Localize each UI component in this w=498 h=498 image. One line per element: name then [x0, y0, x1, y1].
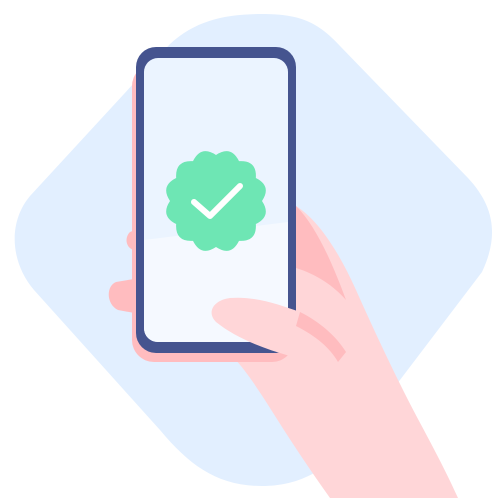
badge-scalloped-shape — [166, 151, 266, 251]
hand-phone-illustration — [14, 14, 493, 498]
verification-illustration — [0, 0, 498, 498]
verified-badge-icon — [166, 151, 266, 251]
